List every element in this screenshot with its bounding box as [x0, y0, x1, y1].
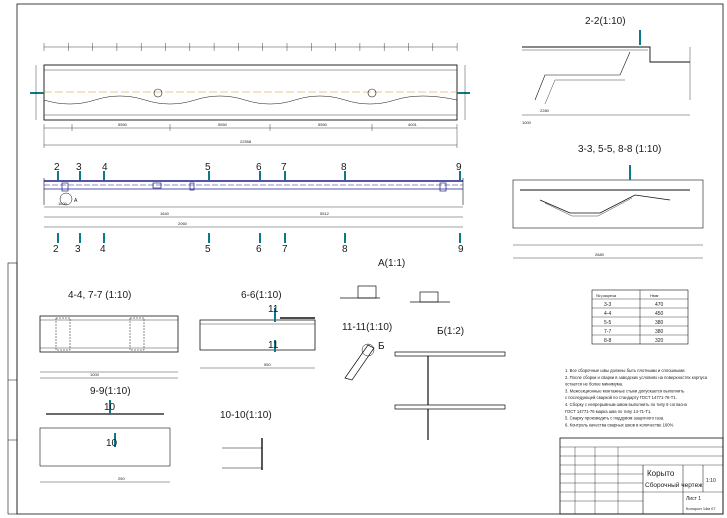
title-sheet: Лист 1 [686, 496, 701, 502]
cut-label-8b: 8 [342, 244, 348, 255]
dim-label: 5550 [218, 122, 228, 127]
note-line: остается не более минимума. [565, 382, 623, 387]
title-sub: Сборочный чертеж [645, 481, 703, 489]
cut-label-9: 9 [456, 162, 462, 173]
section-title-2-2: 2-2(1:10) [585, 16, 626, 27]
section-height-table: № разреза Нмм 3-3 470 4-4 450 5-5 380 7-7 380 8-… [591, 289, 689, 345]
cut-label-3: 3 [76, 162, 82, 173]
dim-label: 5550 [318, 122, 328, 127]
table-cell: 4-4 [604, 311, 611, 317]
cut-label-9b: 9 [458, 244, 464, 255]
title-org: Колорон 14м 07 [686, 506, 716, 511]
note-line: 1. Все сборочные швы должны быть плотным… [565, 368, 686, 373]
section-6-6: 6-6(1:10) 11 11 550 [199, 290, 316, 369]
title-main: Корыто [647, 469, 675, 478]
table-cell: 3-3 [604, 302, 611, 308]
section-title-3-3: 3-3, 5-5, 8-8 (1:10) [578, 144, 661, 155]
cut-label-4b: 4 [100, 244, 106, 255]
dim-label: 4001 [408, 122, 418, 127]
cut-label-10: 10 [104, 402, 116, 413]
dim-label: 1000 [90, 372, 100, 377]
cut-label-4: 4 [102, 162, 108, 173]
section-3-3: 3-3, 5-5, 8-8 (1:10) 2680 [512, 144, 704, 259]
dim-label: 550 [264, 362, 271, 367]
section-title-10-10: 10-10(1:10) [220, 410, 272, 421]
dim-label: 5550 [118, 122, 128, 127]
cut-label-6: 6 [256, 162, 262, 173]
dim-label: 5512 [320, 211, 330, 216]
cut-label-8: 8 [341, 162, 347, 173]
dim-label: 1640 [160, 211, 170, 216]
dim-label: 1600 [58, 201, 68, 206]
dim-label: 22558 [240, 139, 252, 144]
section-9-9: 9-9(1:10) 10 10 250 [39, 386, 171, 483]
cut-label-11b: 11 [268, 340, 279, 351]
table-header-1: № разреза [596, 293, 617, 298]
note-line: 6. Контроль качества сварных швов в коли… [565, 422, 674, 427]
section-markers: 2 3 4 5 6 7 8 9 2 3 4 5 6 7 8 9 [53, 162, 464, 255]
detail-b-marker: Б [378, 341, 385, 352]
note-line: 4. Сборку с непрерывным швом выполнить п… [565, 402, 688, 407]
cut-label-7: 7 [281, 162, 287, 173]
cut-label-2: 2 [54, 162, 60, 173]
dim-label: 2060 [178, 221, 188, 226]
cut-label-11: 11 [268, 304, 279, 315]
note-line: ГОСТ 14771-76 марка шва по типу 14-71-Т1… [565, 409, 651, 414]
top-plan-view: 5550 5550 5550 4001 22558 [30, 43, 470, 148]
note-line: 2. После сборки и сварки в заводских усл… [565, 375, 708, 380]
cut-label-3b: 3 [75, 244, 81, 255]
note-line: 3. Межсекционные монтажные стыки допуска… [565, 388, 685, 393]
dim-label: 1000 [522, 120, 532, 125]
drawing-frame [16, 3, 724, 515]
detail-a-title: A(1:1) [378, 258, 405, 269]
section-title-6-6: 6-6(1:10) [241, 290, 282, 301]
cut-label-5b: 5 [205, 244, 211, 255]
main-elevation-view: 1600 1640 5512 2060 А [43, 178, 464, 228]
section-4-4: 4-4, 7-7 (1:10) 1000 [39, 290, 179, 379]
cut-label-6b: 6 [256, 244, 262, 255]
dim-label: 2280 [540, 108, 550, 113]
cut-label-2b: 2 [53, 244, 59, 255]
dim-label: 2680 [595, 252, 605, 257]
section-10-10: 10-10(1:10) [220, 410, 272, 470]
table-cell: 470 [655, 302, 664, 308]
table-header-2: Нмм [650, 293, 659, 298]
table-cell: 380 [655, 329, 664, 335]
title-scale: 1:10 [706, 478, 716, 484]
drawing-canvas: 5550 5550 5550 4001 22558 1600 1640 5512… [7, 3, 724, 515]
table-cell: 5-5 [604, 320, 611, 326]
table-cell: 380 [655, 320, 664, 326]
section-title-11-11: 11-11(1:10) [342, 322, 392, 333]
table-cell: 450 [655, 311, 664, 317]
detail-b: Б(1:2) [394, 326, 506, 440]
cut-label-7b: 7 [282, 244, 288, 255]
cut-label-10b: 10 [106, 438, 118, 449]
section-11-11: 11-11(1:10) Б [342, 322, 392, 381]
detail-b-title: Б(1:2) [437, 326, 464, 337]
detail-a: A(1:1) [340, 258, 450, 303]
cut-label-5: 5 [205, 162, 211, 173]
technical-notes: 1. Все сборочные швы должны быть плотным… [565, 368, 708, 427]
section-title-9-9: 9-9(1:10) [90, 386, 131, 397]
note-line: 5. Сварку производить с поддувом защитно… [565, 416, 664, 421]
section-title-4-4: 4-4, 7-7 (1:10) [68, 290, 131, 301]
table-cell: 320 [655, 338, 664, 344]
section-2-2: 2-2(1:10) 2280 1000 [522, 16, 691, 125]
table-cell: 8-8 [604, 338, 611, 344]
title-block: Корыто Сборочный чертеж 1:10 Лист 1 Коло… [559, 437, 724, 515]
dim-label: 250 [118, 476, 125, 481]
note-line: с последующей сваркой по стандарту ГОСТ … [565, 395, 677, 400]
side-strip [7, 262, 18, 515]
detail-a-marker: А [74, 198, 78, 204]
table-cell: 7-7 [604, 329, 611, 335]
